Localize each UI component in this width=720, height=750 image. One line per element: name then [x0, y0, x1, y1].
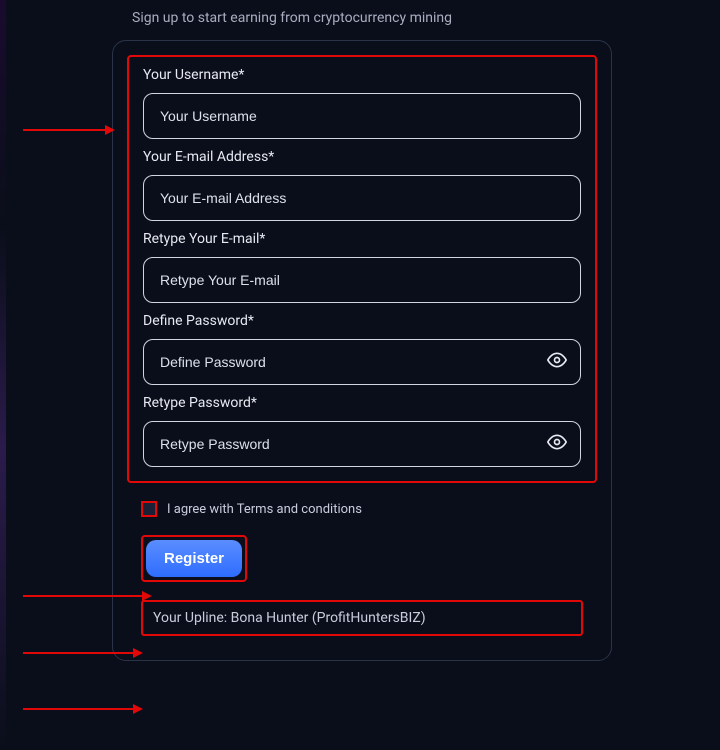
retype-email-label: Retype Your E-mail*	[143, 231, 581, 247]
retype-password-input[interactable]	[143, 421, 581, 467]
password-input[interactable]	[143, 339, 581, 385]
email-input[interactable]	[143, 175, 581, 221]
email-label: Your E-mail Address*	[143, 149, 581, 165]
password-group: Define Password*	[143, 313, 581, 385]
terms-label: I agree with Terms and conditions	[167, 502, 362, 517]
username-group: Your Username*	[143, 67, 581, 139]
signup-subtitle: Sign up to start earning from cryptocurr…	[112, 0, 612, 40]
eye-icon[interactable]	[547, 432, 567, 456]
email-group: Your E-mail Address*	[143, 149, 581, 221]
retype-email-input[interactable]	[143, 257, 581, 303]
username-input[interactable]	[143, 93, 581, 139]
annotation-arrow	[23, 129, 113, 131]
retype-email-group: Retype Your E-mail*	[143, 231, 581, 303]
register-annotation-box: Register	[141, 535, 247, 582]
terms-row: I agree with Terms and conditions	[127, 483, 597, 531]
retype-password-group: Retype Password*	[143, 395, 581, 467]
password-label: Define Password*	[143, 313, 581, 329]
retype-password-label: Retype Password*	[143, 395, 581, 411]
eye-icon[interactable]	[547, 350, 567, 374]
annotation-arrow	[23, 595, 150, 597]
username-label: Your Username*	[143, 67, 581, 83]
fields-annotation-box: Your Username* Your E-mail Address* Rety…	[127, 55, 597, 483]
register-button[interactable]: Register	[146, 540, 242, 577]
terms-checkbox[interactable]	[141, 501, 157, 517]
annotation-arrow	[23, 708, 141, 710]
signup-form-card: Your Username* Your E-mail Address* Rety…	[112, 40, 612, 661]
annotation-arrow	[23, 652, 141, 654]
upline-info: Your Upline: Bona Hunter (ProfitHuntersB…	[141, 600, 583, 636]
